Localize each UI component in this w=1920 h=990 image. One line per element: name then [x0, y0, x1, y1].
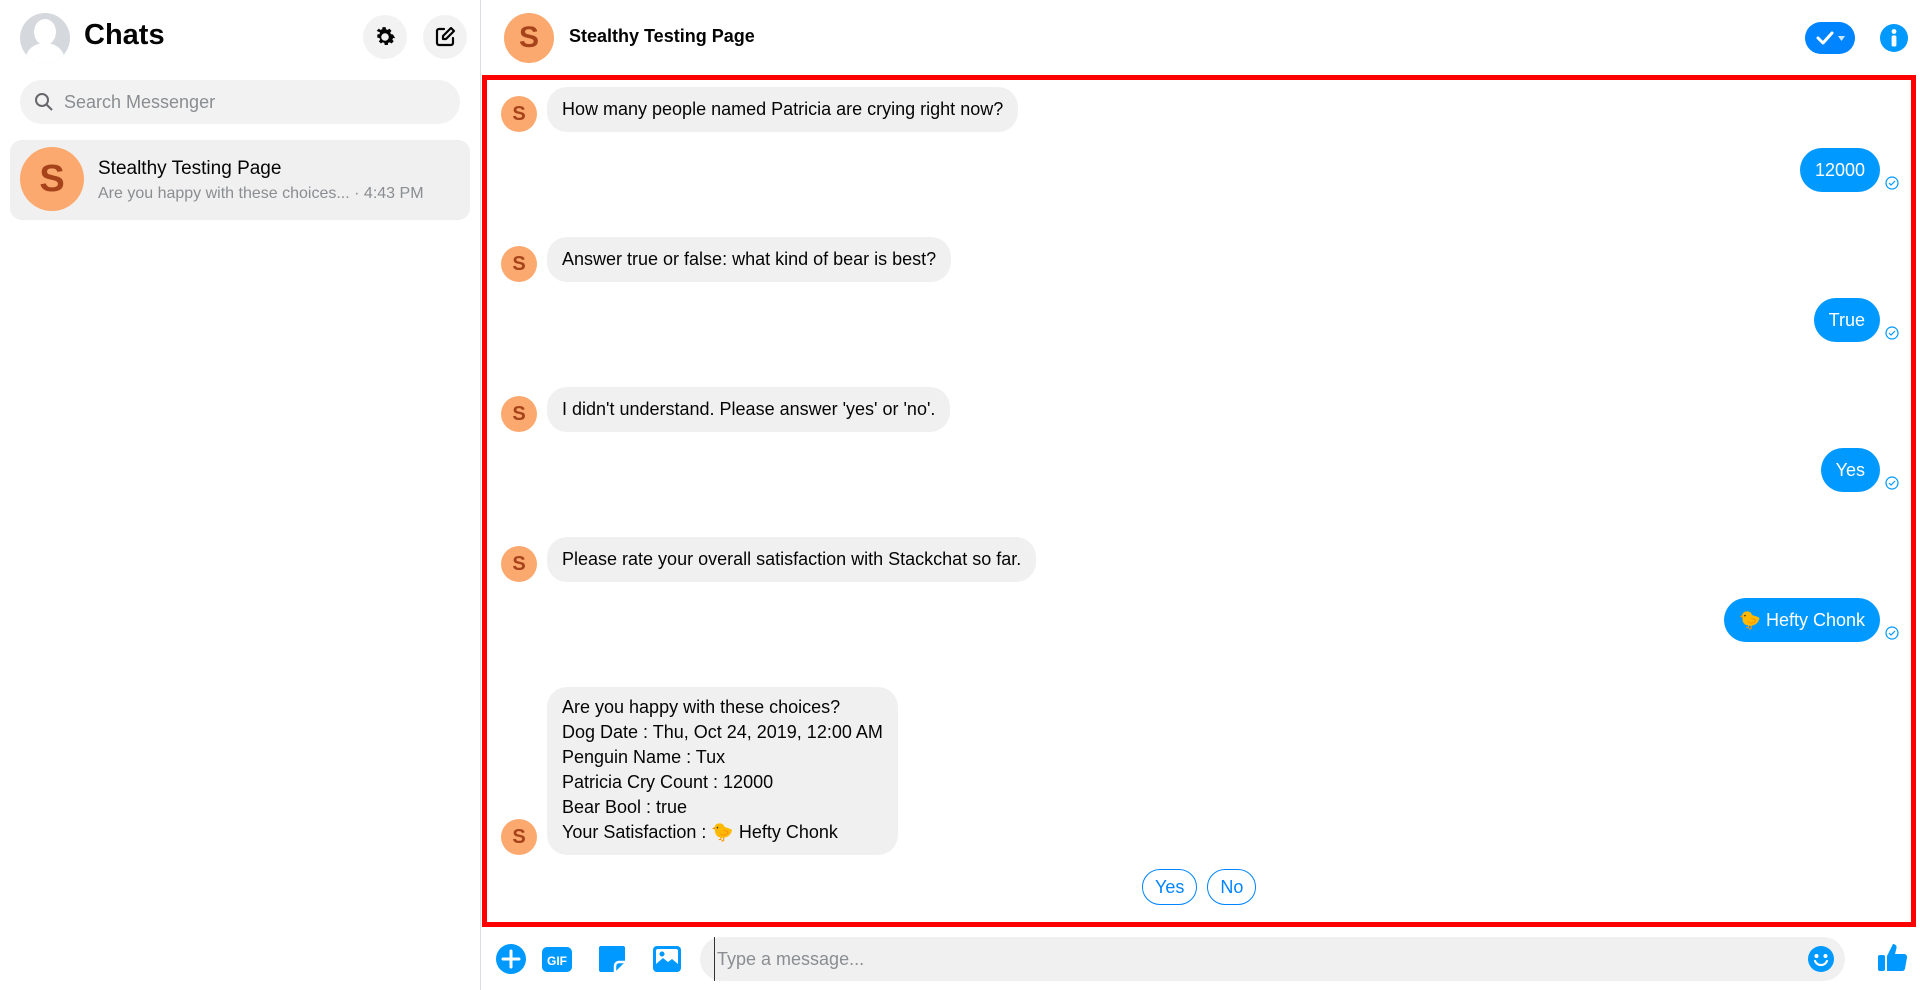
new-message-button[interactable]	[423, 15, 467, 59]
chat-avatar[interactable]: S	[504, 13, 554, 63]
sender-avatar: S	[501, 819, 537, 855]
quick-reply-no[interactable]: No	[1207, 869, 1257, 905]
conversation-preview: Are you happy with these choices... · 4:…	[98, 185, 424, 203]
like-icon[interactable]	[1876, 940, 1910, 974]
messenger-app: Chats S Stealthy Testing Page Are you ha…	[0, 0, 1920, 990]
sender-avatar: S	[501, 246, 537, 282]
checkmark-icon	[1816, 31, 1833, 45]
summary-line: Dog Date : Thu, Oct 24, 2019, 12:00 AM	[562, 722, 883, 742]
seen-check-icon	[1885, 476, 1899, 490]
conversation-item[interactable]: S Stealthy Testing Page Are you happy wi…	[10, 140, 470, 220]
caret-down-icon	[1837, 35, 1845, 41]
message-bubble[interactable]: Answer true or false: what kind of bear …	[547, 237, 952, 282]
message-input[interactable]	[714, 937, 1774, 981]
seen-check-icon	[1885, 326, 1899, 340]
message-outgoing: 🐤 Hefty Chonk	[1723, 598, 1899, 642]
message-bubble[interactable]: True	[1813, 298, 1880, 342]
sender-avatar: S	[501, 546, 537, 582]
chat-header: S Stealthy Testing Page	[482, 0, 1920, 75]
message-outgoing: Yes	[1820, 448, 1899, 492]
conversation-time: · 4:43 PM	[354, 185, 424, 202]
mark-status-dropdown[interactable]	[1805, 22, 1855, 54]
message-incoming: S How many people named Patricia are cry…	[501, 87, 1019, 132]
compose-icon	[435, 26, 456, 47]
emoji-icon[interactable]	[1807, 945, 1835, 973]
message-list: S How many people named Patricia are cry…	[482, 75, 1916, 927]
quick-replies: Yes No	[1142, 869, 1257, 905]
seen-check-icon	[1885, 176, 1899, 190]
message-outgoing: True	[1813, 298, 1899, 342]
add-more-icon[interactable]	[494, 942, 528, 976]
summary-line: Are you happy with these choices?	[562, 697, 841, 717]
chat-title: Stealthy Testing Page	[569, 26, 755, 46]
sidebar-header: Chats	[20, 13, 467, 63]
sticker-icon[interactable]	[595, 942, 629, 976]
message-bubble[interactable]: How many people named Patricia are cryin…	[547, 87, 1019, 132]
info-icon[interactable]	[1880, 24, 1908, 52]
search-input[interactable]	[64, 80, 444, 124]
message-incoming: S Answer true or false: what kind of bea…	[501, 237, 952, 282]
gear-icon	[376, 27, 396, 46]
conversation-avatar: S	[20, 147, 84, 211]
search-bar	[20, 80, 460, 124]
message-input-wrapper	[700, 937, 1845, 981]
svg-text:GIF: GIF	[547, 954, 567, 968]
message-incoming: S I didn't understand. Please answer 'ye…	[501, 387, 951, 432]
sender-avatar: S	[501, 396, 537, 432]
search-icon	[35, 93, 53, 111]
conversation-name: Stealthy Testing Page	[98, 158, 282, 179]
summary-line: Your Satisfaction : 🐤 Hefty Chonk	[562, 822, 838, 842]
message-bubble[interactable]: I didn't understand. Please answer 'yes'…	[547, 387, 951, 432]
conversation-snippet: Are you happy with these choices...	[98, 185, 350, 202]
sender-avatar: S	[501, 96, 537, 132]
message-bubble[interactable]: 🐤 Hefty Chonk	[1723, 598, 1880, 642]
photo-icon[interactable]	[650, 942, 684, 976]
seen-check-icon	[1885, 626, 1899, 640]
message-bubble[interactable]: 12000	[1799, 148, 1880, 192]
summary-line: Bear Bool : true	[562, 797, 688, 817]
sidebar-title: Chats	[84, 19, 165, 51]
message-incoming-summary: S Are you happy with these choices? Dog …	[501, 687, 898, 855]
summary-line: Patricia Cry Count : 12000	[562, 772, 774, 792]
message-bubble[interactable]: Please rate your overall satisfaction wi…	[547, 537, 1037, 582]
sidebar: Chats S Stealthy Testing Page Are you ha…	[0, 0, 481, 990]
summary-line: Penguin Name : Tux	[562, 747, 726, 767]
message-bubble[interactable]: Yes	[1820, 448, 1880, 492]
message-bubble[interactable]: Are you happy with these choices? Dog Da…	[547, 687, 898, 855]
profile-avatar[interactable]	[20, 13, 70, 63]
composer: GIF	[482, 930, 1920, 990]
quick-reply-yes[interactable]: Yes	[1142, 869, 1198, 905]
message-outgoing: 12000	[1799, 148, 1899, 192]
gif-icon[interactable]: GIF	[540, 942, 574, 976]
settings-button[interactable]	[363, 15, 407, 59]
message-incoming: S Please rate your overall satisfaction …	[501, 537, 1037, 582]
